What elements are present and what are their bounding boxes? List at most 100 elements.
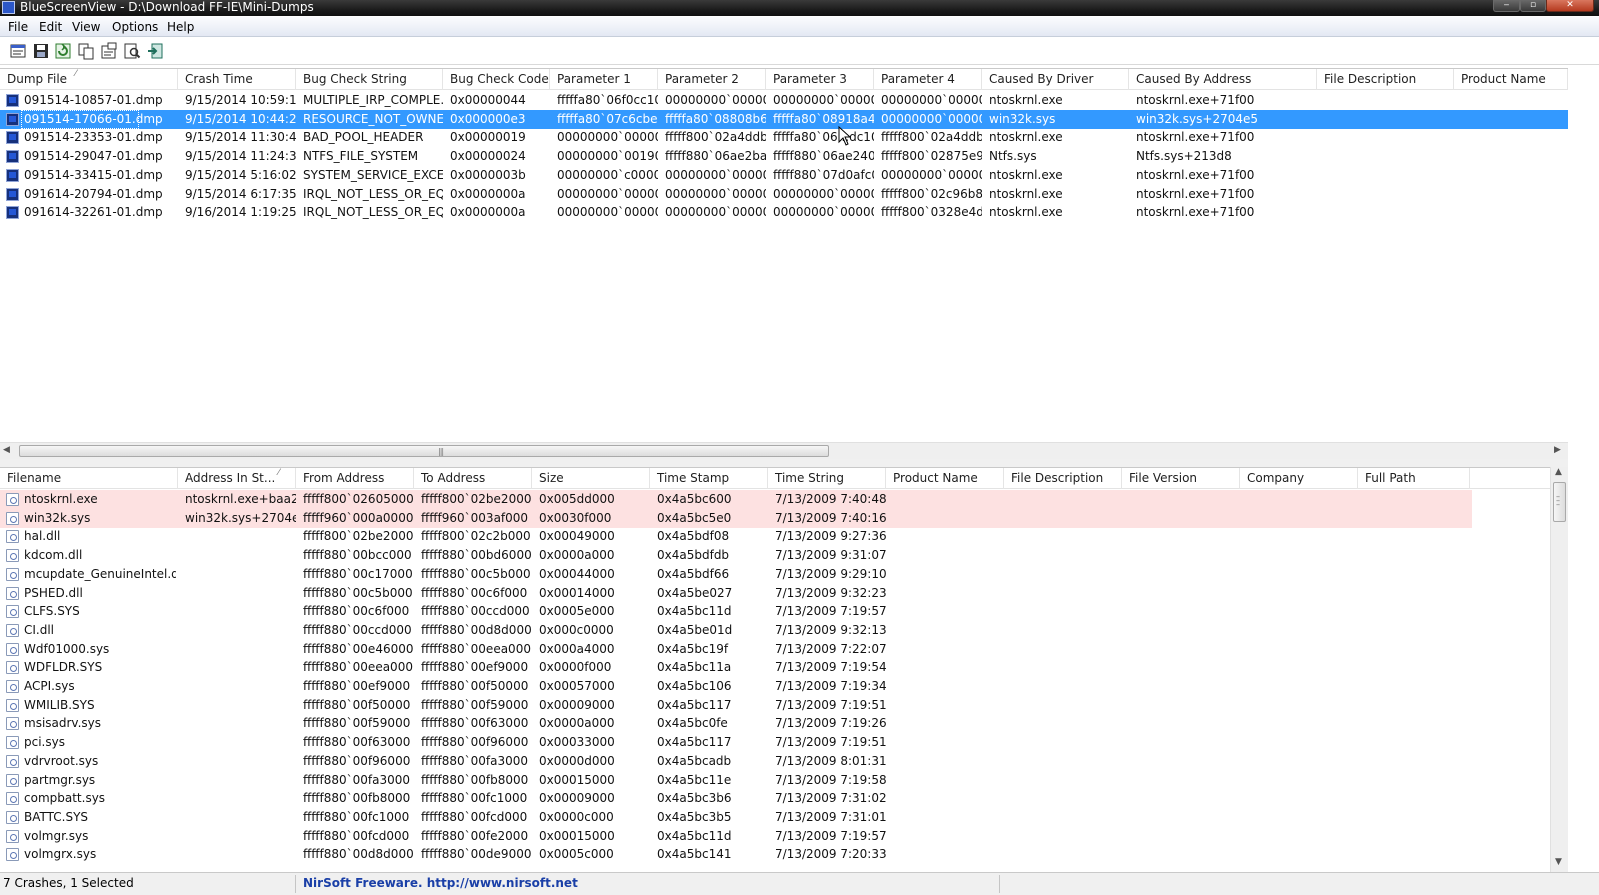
module-row[interactable]: msisadrv.sys fffff880`00f59000 fffff880`00…: [0, 714, 1472, 733]
module-cell: fffff880`00fc1000: [421, 791, 528, 806]
scroll-up-icon[interactable]: ▲: [1555, 467, 1562, 477]
vscroll-thumb[interactable]: – – –: [1553, 482, 1566, 522]
module-cell: 0x4a5be01d: [657, 622, 733, 637]
module-row[interactable]: pci.sys fffff880`00f63000 fffff880`00f9600…: [0, 733, 1472, 752]
module-row[interactable]: ACPI.sys fffff880`00ef9000 fffff880`00f500…: [0, 677, 1472, 696]
module-row[interactable]: mcupdate_GenuineIntel.dll fffff880`00c170…: [0, 565, 1472, 584]
col-crash-time[interactable]: Crash Time: [178, 69, 296, 90]
app-icon: [2, 1, 15, 14]
module-cell: 7/13/2009 7:19:57 ...: [775, 604, 886, 619]
crash-cell: NTFS_FILE_SYSTEM: [303, 149, 419, 164]
col-parameter-2[interactable]: Parameter 2: [658, 69, 766, 90]
col-bug-check-string[interactable]: Bug Check String: [296, 69, 443, 90]
col-dump-file[interactable]: Dump File: [0, 69, 178, 90]
crash-row[interactable]: 091514-17066-01.dmp 9/15/2014 10:44:23...…: [0, 109, 1568, 129]
module-cell: 7/13/2009 7:19:34 ...: [775, 679, 886, 693]
module-cell: 0x0000c000: [539, 809, 614, 824]
module-row[interactable]: ntoskrnl.exe ntoskrnl.exe+baa21 fffff800`0…: [0, 490, 1472, 509]
crash-cell: [1321, 185, 1454, 204]
module-cell: 7/13/2009 7:19:51 ...: [775, 735, 886, 750]
col-product-name[interactable]: Product Name: [1454, 69, 1568, 90]
copy-icon[interactable]: [77, 42, 95, 60]
col-parameter-4[interactable]: Parameter 4: [874, 69, 982, 90]
crash-cell: 091614-20794-01.dmp: [24, 186, 163, 201]
crash-row[interactable]: 091514-23353-01.dmp 9/15/2014 11:30:41...…: [0, 128, 1568, 147]
maximize-button[interactable]: ▫: [1520, 0, 1546, 12]
crash-row[interactable]: 091614-32261-01.dmp 9/16/2014 1:19:25 ...…: [0, 203, 1568, 222]
module-row[interactable]: volmgr.sys fffff880`00fcd000 fffff880`00fe…: [0, 827, 1472, 846]
module-row[interactable]: Wdf01000.sys fffff880`00e46000 fffff880`00…: [0, 640, 1472, 659]
pane-splitter[interactable]: [0, 459, 1599, 467]
menu-options[interactable]: Options: [112, 20, 158, 34]
save-icon[interactable]: [32, 42, 50, 60]
col-time-stamp[interactable]: Time Stamp: [650, 468, 768, 489]
refresh-icon[interactable]: [54, 42, 72, 60]
crash-row[interactable]: 091514-10857-01.dmp 9/15/2014 10:59:18...…: [0, 91, 1568, 110]
scroll-down-icon[interactable]: ▼: [1555, 857, 1562, 867]
module-cell: msisadrv.sys: [24, 716, 102, 731]
module-row[interactable]: win32k.sys win32k.sys+2704e5 fffff960`000a…: [0, 508, 1472, 528]
col-company[interactable]: Company: [1240, 468, 1358, 489]
module-row[interactable]: BATTC.SYS fffff880`00fc1000 fffff880`00fcd…: [0, 808, 1472, 827]
module-row[interactable]: vdrvroot.sys fffff880`00f96000 fffff880`00…: [0, 752, 1472, 771]
module-cell: 0x4a5bc11d: [657, 828, 732, 843]
module-list: Filename Address In St... ⁄ From Address…: [0, 467, 1599, 872]
module-row[interactable]: partmgr.sys fffff880`00fa3000 fffff880`00f…: [0, 771, 1472, 790]
dump-file-icon: [6, 206, 19, 220]
module-cell: [182, 733, 296, 752]
module-row[interactable]: kdcom.dll fffff880`00bcc000 fffff880`00bd6…: [0, 546, 1472, 565]
module-row[interactable]: volmgrx.sys fffff880`00d8d000 fffff880`00d…: [0, 845, 1472, 864]
module-row[interactable]: WMILIB.SYS fffff880`00f50000 fffff880`00f5…: [0, 696, 1472, 715]
close-button[interactable]: ✕: [1546, 0, 1594, 12]
col-file-description[interactable]: File Description: [1317, 69, 1454, 90]
nirsoft-link[interactable]: NirSoft Freeware. http://www.nirsoft.net: [300, 875, 1000, 893]
crash-row[interactable]: 091514-33415-01.dmp 9/15/2014 5:16:02 ...…: [0, 166, 1568, 185]
module-row[interactable]: compbatt.sys fffff880`00fb8000 fffff880`00…: [0, 789, 1472, 808]
html-report-icon[interactable]: [100, 42, 118, 60]
minimize-button[interactable]: ‒: [1493, 0, 1520, 12]
module-row[interactable]: PSHED.dll fffff880`00c5b000 fffff880`00c6f…: [0, 584, 1472, 603]
module-cell: vdrvroot.sys: [24, 753, 99, 768]
crash-cell: 00000000`000000...: [557, 130, 658, 145]
col-filename[interactable]: Filename: [0, 468, 178, 489]
crash-row[interactable]: 091514-29047-01.dmp 9/15/2014 11:24:38...…: [0, 147, 1568, 166]
col-time-string[interactable]: Time String: [768, 468, 886, 489]
crash-cell: [1321, 147, 1454, 166]
col-module-product-name[interactable]: Product Name: [886, 468, 1004, 489]
module-row[interactable]: CLFS.SYS fffff880`00c6f000 fffff880`00ccd0…: [0, 602, 1472, 621]
col-module-file-description[interactable]: File Description: [1004, 468, 1122, 489]
module-cell: [182, 677, 296, 696]
menu-edit[interactable]: Edit: [39, 20, 62, 34]
col-parameter-3[interactable]: Parameter 3: [766, 69, 874, 90]
col-from-address[interactable]: From Address: [296, 468, 414, 489]
exit-icon[interactable]: [146, 42, 164, 60]
module-cell: 0x4a5bc117: [657, 735, 732, 750]
crash-cell: fffff800`02c96b87: [881, 186, 982, 201]
menu-file[interactable]: File: [8, 20, 28, 34]
module-cell: [182, 527, 296, 546]
hscroll-thumb[interactable]: |||: [19, 445, 829, 457]
menu-help[interactable]: Help: [167, 20, 194, 34]
col-caused-by-address[interactable]: Caused By Address: [1129, 69, 1317, 90]
menu-view[interactable]: View: [72, 20, 100, 34]
col-file-version[interactable]: File Version: [1122, 468, 1240, 489]
module-cell: [182, 696, 296, 715]
scroll-right-icon[interactable]: ▶: [1554, 445, 1561, 455]
properties-icon[interactable]: [9, 42, 27, 60]
crash-cell: 0x00000044: [450, 93, 526, 107]
module-row[interactable]: hal.dll fffff800`02be2000 fffff800`02c2b00…: [0, 527, 1472, 546]
find-icon[interactable]: [123, 42, 141, 60]
module-list-vscrollbar[interactable]: ▲ – – – ▼: [1550, 467, 1568, 872]
col-to-address[interactable]: To Address: [414, 468, 532, 489]
scroll-left-icon[interactable]: ◀: [3, 445, 10, 455]
col-full-path[interactable]: Full Path: [1358, 468, 1470, 489]
module-row[interactable]: CI.dll fffff880`00ccd000 fffff880`00d8d000…: [0, 621, 1472, 640]
module-row[interactable]: WDFLDR.SYS fffff880`00eea000 fffff880`00ef…: [0, 658, 1472, 677]
col-bug-check-code[interactable]: Bug Check Code: [443, 69, 550, 90]
crash-list-hscrollbar[interactable]: ◀ ||| ▶: [0, 442, 1568, 459]
col-caused-by-driver[interactable]: Caused By Driver: [982, 69, 1129, 90]
col-parameter-1[interactable]: Parameter 1: [550, 69, 658, 90]
crash-cell: [1321, 203, 1454, 222]
col-size[interactable]: Size: [532, 468, 650, 489]
crash-row[interactable]: 091614-20794-01.dmp 9/15/2014 6:17:35 ...…: [0, 185, 1568, 204]
